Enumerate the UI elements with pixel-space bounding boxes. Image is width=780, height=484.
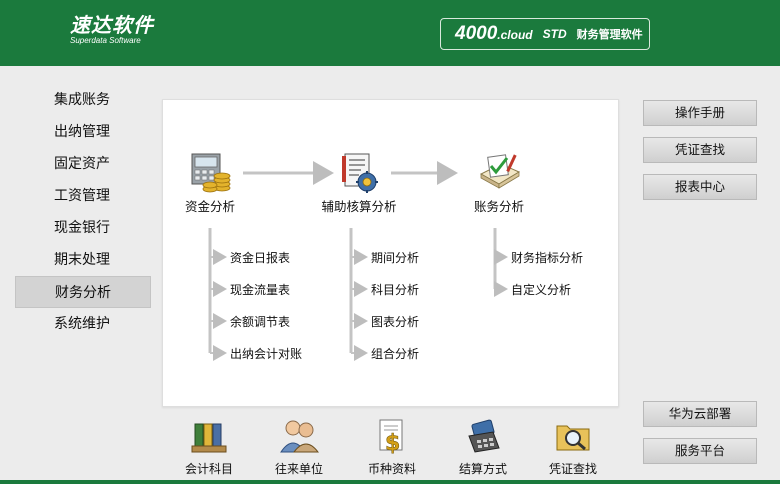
sub-daily-fund-report[interactable]: 资金日报表: [230, 249, 290, 266]
sub-financial-indicator-analysis[interactable]: 财务指标分析: [511, 249, 583, 266]
toolbar-settlement-methods[interactable]: 结算方式: [443, 418, 523, 477]
toolbar-business-partners-label: 往来单位: [274, 462, 323, 476]
toolbar-chart-of-accounts-label: 会计科目: [184, 462, 233, 476]
toolbar-currency-data[interactable]: $ 币种资料: [352, 418, 432, 477]
report-center-button[interactable]: 报表中心: [643, 174, 757, 200]
toolbar-business-partners[interactable]: 往来单位: [259, 418, 339, 477]
svg-text:$: $: [385, 431, 400, 454]
sub-balance-reconciliation[interactable]: 余额调节表: [230, 313, 290, 330]
sub-combined-analysis[interactable]: 组合分析: [371, 345, 419, 362]
card-terminal-icon: [463, 418, 503, 454]
ledger-check-icon: [477, 150, 521, 194]
toolbar-chart-of-accounts[interactable]: 会计科目: [169, 418, 249, 477]
brand-logo: 速达软件 Superdata Software: [70, 14, 154, 46]
product-name: 财务管理软件: [576, 28, 643, 41]
sidebar-item-period-end[interactable]: 期末处理: [15, 244, 151, 276]
sub-cash-flow-statement[interactable]: 现金流量表: [230, 281, 290, 298]
sidebar-item-payroll[interactable]: 工资管理: [15, 180, 151, 212]
sub-custom-analysis[interactable]: 自定义分析: [511, 281, 571, 298]
node-aux-accounting-analysis[interactable]: 辅助核算分析: [309, 150, 409, 215]
sub-period-analysis[interactable]: 期间分析: [371, 249, 419, 266]
logo-subtitle: Superdata Software: [70, 36, 141, 45]
toolbar-currency-data-label: 币种资料: [367, 462, 416, 476]
logo-title: 速达软件: [70, 13, 154, 37]
toolbar-settlement-methods-label: 结算方式: [458, 462, 507, 476]
flow-panel: 资金分析 辅助核算分析 账务分析 资金日报表 现金流量表 余额调节表 出纳会计对…: [162, 99, 619, 407]
folder-search-icon: [553, 418, 593, 454]
sidebar-item-financial-analysis[interactable]: 财务分析: [15, 276, 151, 308]
sidebar-item-system-maintenance[interactable]: 系统维护: [15, 308, 151, 340]
cash-register-coins-icon: [188, 150, 232, 194]
sidebar-item-fixed-assets[interactable]: 固定资产: [15, 148, 151, 180]
node-ledger-analysis[interactable]: 账务分析: [461, 150, 537, 215]
bottom-toolbar: 会计科目 往来单位 $ 币种资料 结算方式 凭证查找: [162, 408, 619, 484]
sidebar-item-cashier[interactable]: 出纳管理: [15, 116, 151, 148]
sidebar-item-integrated-accounting[interactable]: 集成账务: [15, 84, 151, 116]
people-icon: [279, 418, 320, 454]
sidebar-item-cash-bank[interactable]: 现金银行: [15, 212, 151, 244]
node-fund-analysis-label: 资金分析: [184, 199, 235, 214]
binders-icon: [189, 418, 229, 454]
toolbar-voucher-search[interactable]: 凭证查找: [533, 418, 613, 477]
node-ledger-analysis-label: 账务分析: [473, 199, 524, 214]
node-aux-accounting-analysis-label: 辅助核算分析: [321, 199, 397, 214]
currency-document-icon: $: [372, 418, 412, 456]
huawei-cloud-deploy-button[interactable]: 华为云部署: [643, 401, 757, 427]
toolbar-voucher-search-label: 凭证查找: [548, 462, 597, 476]
operation-manual-button[interactable]: 操作手册: [643, 100, 757, 126]
node-fund-analysis[interactable]: 资金分析: [177, 150, 243, 215]
edition-label: STD: [542, 27, 567, 41]
header-bar: 速达软件 Superdata Software 4000.cloud STD 财…: [0, 0, 780, 66]
sub-chart-analysis[interactable]: 图表分析: [371, 313, 419, 330]
sidebar-nav: 集成账务 出纳管理 固定资产 工资管理 现金银行 期末处理 财务分析 系统维护: [15, 84, 151, 340]
voucher-search-button[interactable]: 凭证查找: [643, 137, 757, 163]
document-gear-icon: [337, 150, 381, 194]
bottom-edge-bar: [0, 480, 780, 484]
service-platform-button[interactable]: 服务平台: [643, 438, 757, 464]
version-label: 4000.cloud: [455, 23, 533, 44]
sub-account-analysis[interactable]: 科目分析: [371, 281, 419, 298]
product-edition-badge: 4000.cloud STD 财务管理软件: [440, 18, 650, 50]
sub-cashier-accounting-reconcile[interactable]: 出纳会计对账: [230, 345, 302, 362]
